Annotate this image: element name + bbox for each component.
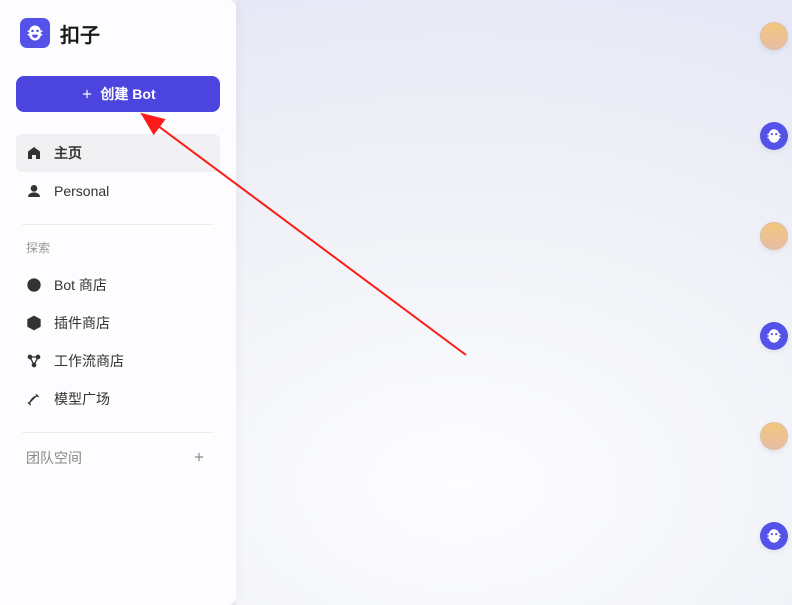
sidebar-item-personal[interactable]: Personal: [16, 172, 220, 210]
sidebar-item-model-square[interactable]: 模型广场: [16, 380, 220, 418]
home-label: 主页: [54, 143, 82, 163]
plus-icon: [80, 87, 94, 101]
workflow-icon: [26, 353, 42, 369]
home-icon: [26, 145, 42, 161]
add-team-button[interactable]: [188, 447, 210, 469]
sidebar-item-home[interactable]: 主页: [16, 134, 220, 172]
team-header-label: 团队空间: [26, 448, 82, 468]
sidebar-item-workflow-store[interactable]: 工作流商店: [16, 342, 220, 380]
cube-icon: [26, 315, 42, 331]
personal-label: Personal: [54, 183, 109, 199]
floating-bot-icon[interactable]: [760, 522, 788, 550]
bot-store-label: Bot 商店: [54, 275, 107, 295]
floating-avatar[interactable]: [760, 422, 788, 450]
brand: 扣子: [20, 18, 220, 48]
floating-bot-icon[interactable]: [760, 322, 788, 350]
floating-bot-icon[interactable]: [760, 122, 788, 150]
workflow-store-label: 工作流商店: [54, 351, 124, 371]
create-bot-button[interactable]: 创建 Bot: [16, 76, 220, 112]
team-section-header: 团队空间: [26, 447, 210, 469]
brand-logo-icon: [20, 18, 50, 48]
sidebar: 扣子 创建 Bot 主页 Personal 探索 Bot 商店 插件商店 工作流…: [0, 0, 236, 605]
divider: [22, 432, 214, 433]
explore-section-header: 探索: [26, 239, 210, 256]
main-content: [236, 0, 792, 605]
plus-icon: [192, 450, 206, 464]
user-icon: [26, 183, 42, 199]
divider: [22, 224, 214, 225]
smile-icon: [26, 277, 42, 293]
satellite-icon: [26, 391, 42, 407]
floating-avatar[interactable]: [760, 222, 788, 250]
floating-avatar[interactable]: [760, 22, 788, 50]
model-square-label: 模型广场: [54, 389, 110, 409]
floating-badges: [760, 22, 788, 550]
create-bot-label: 创建 Bot: [100, 84, 155, 104]
brand-title: 扣子: [60, 19, 100, 48]
sidebar-item-plugin-store[interactable]: 插件商店: [16, 304, 220, 342]
plugin-store-label: 插件商店: [54, 313, 110, 333]
sidebar-item-bot-store[interactable]: Bot 商店: [16, 266, 220, 304]
